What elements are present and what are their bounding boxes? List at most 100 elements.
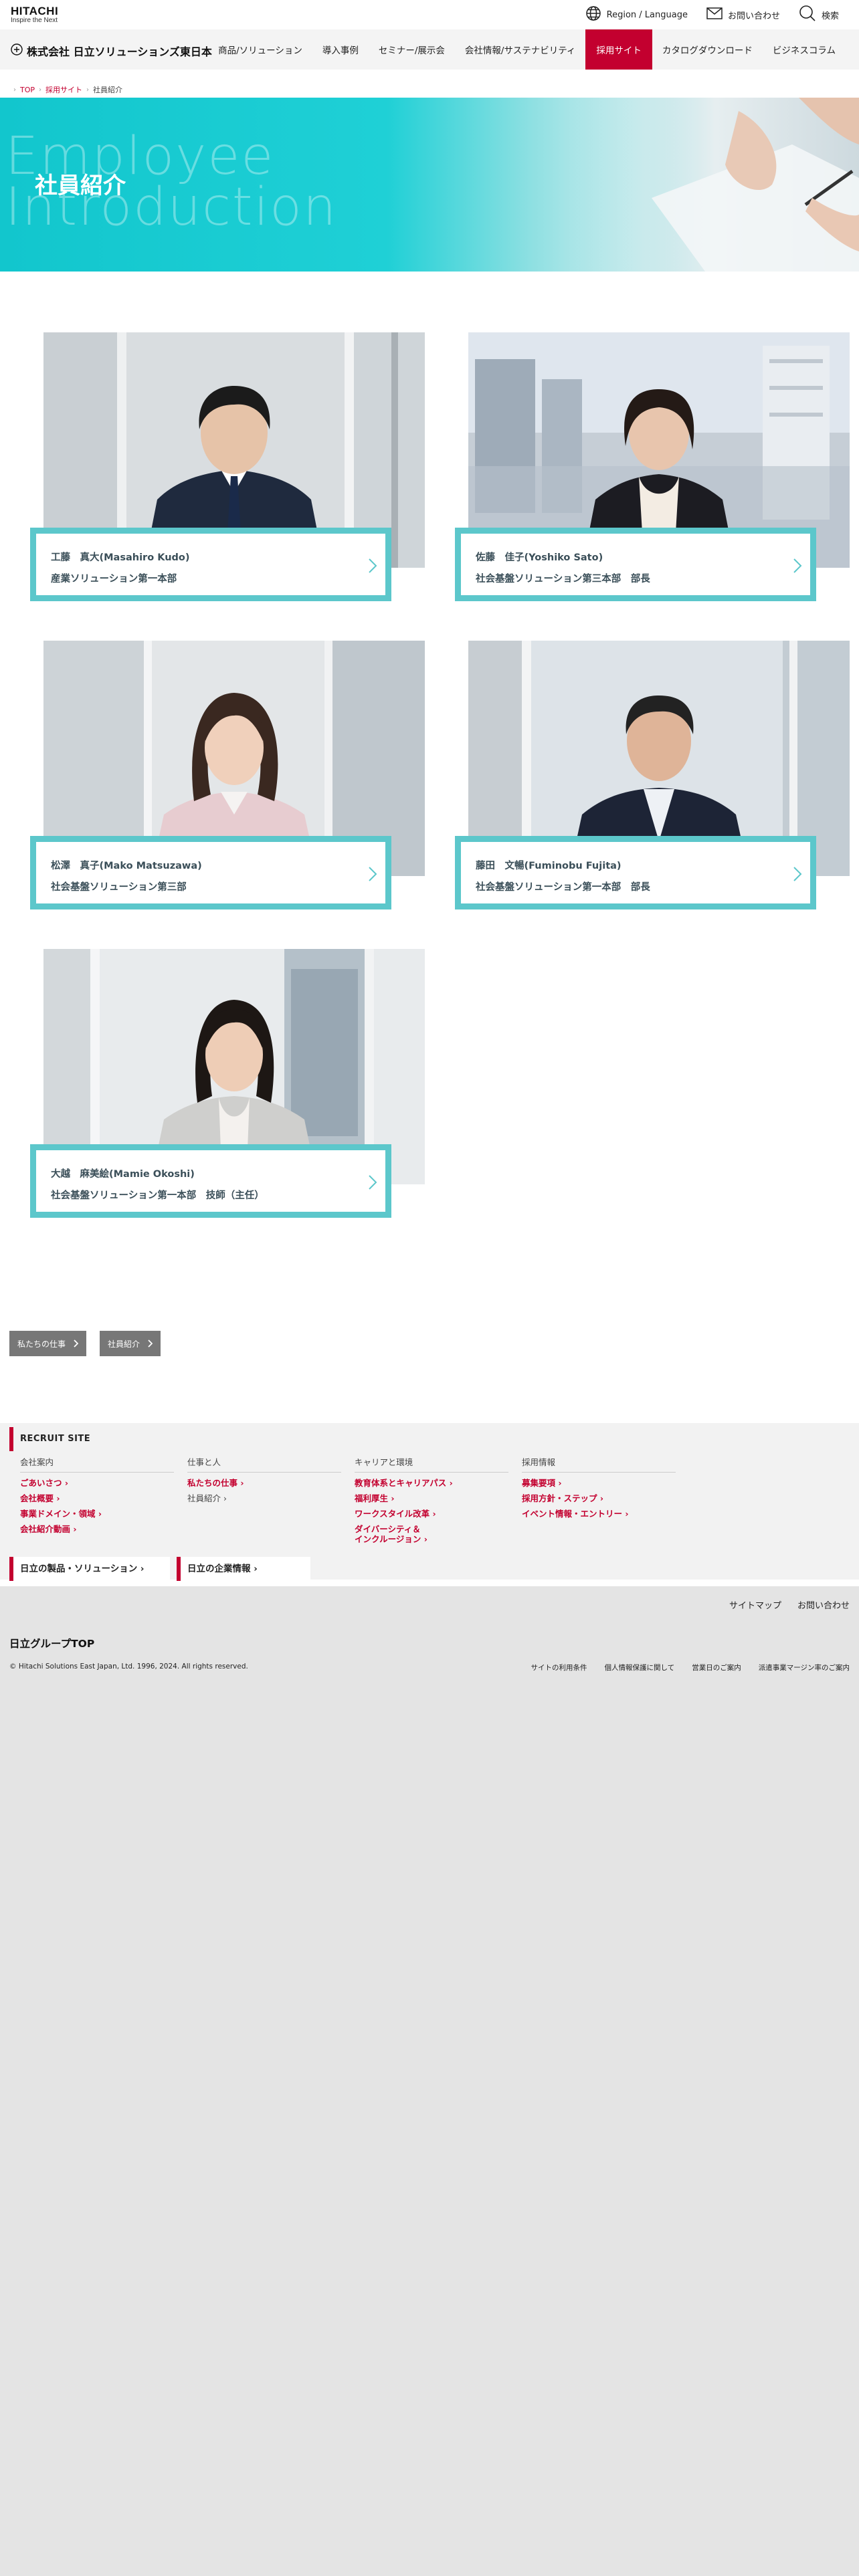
top-bar: HITACHI Inspire the Next Region / Langua… [0, 0, 859, 29]
region-language-link[interactable]: Region / Language [585, 5, 688, 24]
footer-link[interactable]: 採用方針・ステップ › [522, 1493, 676, 1503]
nav-item-recruit[interactable]: 採用サイト [585, 29, 652, 70]
contact-label: お問い合わせ [727, 11, 780, 21]
hitachi-corporate-link[interactable]: 日立の企業情報 › [177, 1557, 310, 1581]
hitachi-logo[interactable]: HITACHI Inspire the Next [11, 5, 58, 25]
chevron-right-icon [793, 867, 802, 881]
staff-name: 佐藤 佳子(Yoshiko Sato) [476, 552, 603, 563]
staff-name: 工藤 真大(Masahiro Kudo) [51, 552, 190, 563]
staff-department: 社会基盤ソリューション第三部 [51, 882, 187, 893]
contact-link[interactable]: お問い合わせ [706, 7, 780, 23]
staff-department: 産業ソリューション第一本部 [51, 574, 177, 584]
recruit-site-footer: RECRUIT SITE 会社案内 ごあいさつ › 会社概要 › 事業ドメイン・… [0, 1423, 859, 1581]
footer-link[interactable]: 私たちの仕事 › [187, 1478, 341, 1488]
staff-department: 社会基盤ソリューション第一本部 部長 [476, 882, 650, 893]
footer-contact-link[interactable]: お問い合わせ [797, 1598, 850, 1611]
chevron-right-icon [369, 867, 377, 881]
legal-links: サイトの利用条件 個人情報保護に関して 営業日のご案内 派遣事業マージン率のご案… [531, 1662, 850, 1673]
nav-item-cases[interactable]: 導入事例 [312, 29, 369, 70]
nav-item-company[interactable]: 会社情報/サステナビリティ [455, 29, 585, 70]
footer-link[interactable]: ワークスタイル改革 › [355, 1509, 508, 1519]
footer-link[interactable]: 募集要項 › [522, 1478, 676, 1488]
breadcrumb-arrow-icon: › [39, 86, 42, 94]
hitachi-products-link[interactable]: 日立の製品・ソリューション › [9, 1557, 170, 1581]
region-language-label: Region / Language [606, 9, 688, 20]
footer-link[interactable]: ダイバーシティ＆ インクルージョン › [355, 1524, 508, 1544]
privacy-link[interactable]: 個人情報保護に関して [605, 1662, 675, 1673]
company-name: 株式会社 日立ソリューションズ東日本 [27, 45, 212, 58]
footer-link[interactable]: 事業ドメイン・領域 › [20, 1509, 174, 1519]
nav-item-seminars[interactable]: セミナー/展示会 [369, 29, 455, 70]
staff-card[interactable]: 佐藤 佳子(Yoshiko Sato) 社会基盤ソリューション第三本部 部長 [455, 332, 859, 607]
staff-card[interactable]: 松澤 真子(Mako Matsuzawa) 社会基盤ソリューション第三部 [30, 641, 458, 915]
search-link[interactable]: 検索 [799, 5, 839, 25]
footer-column-work: 仕事と人 私たちの仕事 › 社員紹介 › [187, 1455, 341, 1503]
staff-name: 大越 麻美絵(Mamie Okoshi) [51, 1169, 195, 1180]
main-nav: 株式会社 日立ソリューションズ東日本 商品/ソリューション 導入事例 セミナー/… [0, 29, 859, 70]
chevron-right-icon [369, 1175, 377, 1190]
staff-card[interactable]: 大越 麻美絵(Mamie Okoshi) 社会基盤ソリューション第一本部 技師（… [30, 949, 458, 1223]
hitachi-group-top-link[interactable]: 日立グループTOP [9, 1636, 94, 1650]
staff-name: 藤田 文暢(Fuminobu Fujita) [476, 861, 622, 871]
footer-site-links: サイトマップ お問い合わせ [729, 1598, 850, 1611]
staff-department: 社会基盤ソリューション第三本部 部長 [476, 574, 650, 584]
staff-info-box: 松澤 真子(Mako Matsuzawa) 社会基盤ソリューション第三部 [30, 836, 391, 909]
footer-link[interactable]: 教育体系とキャリアパス › [355, 1478, 508, 1488]
breadcrumb: › TOP › 採用サイト › 社員紹介 [13, 84, 122, 95]
breadcrumb-arrow-icon: › [86, 86, 90, 94]
footer-link[interactable]: イベント情報・エントリー › [522, 1509, 676, 1519]
mail-icon [706, 7, 723, 23]
chevron-right-icon [793, 558, 802, 573]
staff-info-box: 大越 麻美絵(Mamie Okoshi) 社会基盤ソリューション第一本部 技師（… [30, 1144, 391, 1218]
footer-link[interactable]: 会社概要 › [20, 1493, 174, 1503]
nav-item-column[interactable]: ビジネスコラム [763, 29, 846, 70]
dispatch-margin-link[interactable]: 派遣事業マージン率のご案内 [759, 1662, 850, 1673]
sitemap-link[interactable]: サイトマップ [729, 1598, 781, 1611]
footer-link[interactable]: 福利厚生 › [355, 1493, 508, 1503]
column-title: 採用情報 [522, 1455, 676, 1473]
column-title: 仕事と人 [187, 1455, 341, 1473]
footer-column-career: キャリアと環境 教育体系とキャリアパス › 福利厚生 › ワークスタイル改革 ›… [355, 1455, 508, 1544]
globe-icon [585, 5, 601, 24]
copyright: © Hitachi Solutions East Japan, Ltd. 199… [9, 1662, 248, 1671]
page: HITACHI Inspire the Next Region / Langua… [0, 0, 859, 1586]
staff-info-box: 藤田 文暢(Fuminobu Fujita) 社会基盤ソリューション第一本部 部… [455, 836, 816, 909]
recruit-site-heading: RECRUIT SITE [9, 1427, 90, 1451]
footer-link-current[interactable]: 社員紹介 › [187, 1493, 341, 1503]
column-title: 会社案内 [20, 1455, 174, 1473]
column-title: キャリアと環境 [355, 1455, 508, 1473]
chevron-right-icon [74, 1339, 79, 1348]
business-days-link[interactable]: 営業日のご案内 [692, 1662, 741, 1673]
chevron-right-icon [148, 1339, 153, 1348]
our-work-label: 私たちの仕事 [17, 1339, 66, 1349]
search-icon [799, 5, 816, 25]
footer-column-company: 会社案内 ごあいさつ › 会社概要 › 事業ドメイン・領域 › 会社紹介動画 › [20, 1455, 174, 1534]
company-logo[interactable]: 株式会社 日立ソリューションズ東日本 [11, 43, 212, 59]
breadcrumb-arrow-icon: › [13, 86, 16, 94]
footer-link[interactable]: 会社紹介動画 › [20, 1524, 174, 1534]
nav-item-products[interactable]: 商品/ソリューション [208, 29, 312, 70]
breadcrumb-current: 社員紹介 [93, 86, 123, 94]
page-title: 社員紹介 [35, 173, 126, 199]
logo-sub: Inspire the Next [11, 17, 58, 24]
staff-card[interactable]: 藤田 文暢(Fuminobu Fujita) 社会基盤ソリューション第一本部 部… [455, 641, 859, 915]
staff-intro-button[interactable]: 社員紹介 [100, 1331, 161, 1356]
chevron-right-icon [369, 558, 377, 573]
staff-department: 社会基盤ソリューション第一本部 技師（主任） [51, 1190, 264, 1201]
hero-banner: Employee Introduction 社員紹介 [0, 98, 859, 272]
logo-main: HITACHI [11, 5, 59, 17]
breadcrumb-top[interactable]: TOP [20, 86, 35, 94]
terms-link[interactable]: サイトの利用条件 [531, 1662, 587, 1673]
utility-links: Region / Language お問い合わせ 検索 [585, 5, 839, 24]
breadcrumb-recruit[interactable]: 採用サイト [45, 84, 82, 95]
nav-items: 商品/ソリューション 導入事例 セミナー/展示会 会社情報/サステナビリティ 採… [208, 29, 846, 70]
our-work-button[interactable]: 私たちの仕事 [9, 1331, 87, 1356]
search-label: 検索 [821, 11, 839, 21]
staff-info-box: 工藤 真大(Masahiro Kudo) 産業ソリューション第一本部 [30, 528, 391, 601]
nav-item-catalog[interactable]: カタログダウンロード [652, 29, 763, 70]
footer-link[interactable]: ごあいさつ › [20, 1478, 174, 1488]
company-mark-icon [11, 43, 23, 58]
staff-intro-label: 社員紹介 [108, 1339, 140, 1349]
staff-card[interactable]: 工藤 真大(Masahiro Kudo) 産業ソリューション第一本部 [30, 332, 458, 607]
staff-name: 松澤 真子(Mako Matsuzawa) [51, 861, 202, 871]
